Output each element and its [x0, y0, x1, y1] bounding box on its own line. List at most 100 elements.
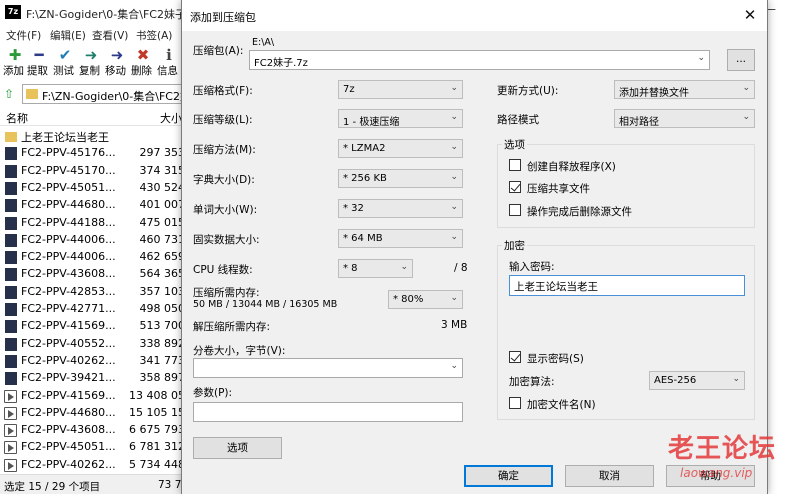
- toolbar-move-button[interactable]: ➜ 移动: [105, 46, 128, 82]
- encrypt-names-checkbox[interactable]: [509, 397, 521, 409]
- show-password-label[interactable]: 显示密码(S): [527, 351, 584, 366]
- extract-icon: ━: [34, 46, 44, 64]
- method-combo[interactable]: * LZMA2 ⌄: [338, 139, 463, 158]
- ok-button[interactable]: 确定: [464, 465, 553, 487]
- chevron-down-icon: ⌄: [697, 53, 705, 63]
- address-input[interactable]: F:\ZN-Gogider\0-集合\FC2妹: [22, 84, 192, 104]
- file-list-row[interactable]: FC2-PPV-44680... 401 007: [0, 196, 185, 214]
- file-size: 564 365: [139, 267, 186, 281]
- sfx-label[interactable]: 创建自释放程序(X): [527, 159, 616, 174]
- file-list-row[interactable]: FC2-PPV-44188... 475 015: [0, 214, 185, 232]
- toolbar-info-button[interactable]: ℹ 信息: [157, 46, 180, 82]
- encrypt-names-label[interactable]: 加密文件名(N): [527, 397, 596, 412]
- password-input[interactable]: 上老王论坛当老王: [509, 275, 745, 296]
- delete-after-label[interactable]: 操作完成后删除源文件: [527, 204, 632, 219]
- encryption-group-title: 加密: [502, 238, 527, 253]
- toolbar-delete-button[interactable]: ✖ 删除: [131, 46, 154, 82]
- level-combo[interactable]: 1 - 极速压缩 ⌄: [338, 109, 463, 128]
- close-icon[interactable]: ✕: [738, 5, 762, 25]
- menu-view[interactable]: 查看(V): [92, 28, 128, 43]
- file-list-row[interactable]: FC2-PPV-41569... 13 408 05: [0, 387, 185, 405]
- file-list-row[interactable]: FC2-PPV-41569... 513 700: [0, 317, 185, 335]
- file-name: FC2-PPV-40262...: [21, 457, 116, 471]
- file-list-row[interactable]: FC2-PPV-44680... 15 105 15: [0, 404, 185, 422]
- delete-after-checkbox[interactable]: [509, 204, 521, 216]
- file-list-row[interactable]: FC2-PPV-40262... 341 773: [0, 352, 185, 370]
- solid-combo[interactable]: * 64 MB ⌄: [338, 229, 463, 248]
- menu-edit[interactable]: 编辑(E): [50, 28, 86, 43]
- up-folder-icon[interactable]: ⇧: [4, 87, 18, 101]
- address-text: F:\ZN-Gogider\0-集合\FC2妹: [42, 90, 191, 103]
- toolbar-info-label: 信息: [157, 65, 178, 77]
- folder-icon: [5, 132, 17, 142]
- file-list-row[interactable]: FC2-PPV-45176... 297 353: [0, 144, 185, 162]
- file-name: FC2-PPV-40262...: [21, 353, 116, 367]
- file-list-row[interactable]: FC2-PPV-40262... 5 734 448: [0, 456, 185, 474]
- column-size[interactable]: 大小: [160, 110, 182, 126]
- cancel-button[interactable]: 取消: [565, 465, 654, 487]
- test-icon: ✔: [58, 46, 72, 64]
- chevron-down-icon: ⌄: [450, 142, 458, 152]
- word-combo[interactable]: * 32 ⌄: [338, 199, 463, 218]
- status-selection: 选定 15 / 29 个项目: [4, 481, 101, 493]
- main-toolbar: ✚ 添加 ━ 提取 ✔ 测试 ➜ 复制 ➜ 移动 ✖ 删除 ℹ 信息: [0, 46, 185, 82]
- toolbar-test-button[interactable]: ✔ 测试: [53, 46, 76, 82]
- path-mode-combo[interactable]: 相对路径 ⌄: [614, 109, 755, 128]
- file-list-row[interactable]: FC2-PPV-45051... 6 781 312: [0, 438, 185, 456]
- file-size: 374 315: [139, 163, 186, 177]
- format-combo[interactable]: 7z ⌄: [338, 80, 463, 99]
- file-icon: [5, 285, 17, 299]
- file-size: 6 781 312: [129, 440, 185, 454]
- browse-button[interactable]: ...: [727, 49, 755, 71]
- shared-files-label[interactable]: 压缩共享文件: [527, 181, 590, 196]
- file-name: FC2-PPV-44680...: [21, 198, 116, 212]
- file-list-row[interactable]: FC2-PPV-43608... 564 365: [0, 265, 185, 283]
- menu-file[interactable]: 文件(F): [6, 28, 41, 43]
- update-combo[interactable]: 添加并替换文件 ⌄: [614, 80, 755, 99]
- file-list-row[interactable]: FC2-PPV-44006... 460 731: [0, 231, 185, 249]
- options-button[interactable]: 选项: [193, 437, 282, 459]
- toolbar-extract-button[interactable]: ━ 提取: [27, 46, 50, 82]
- file-list-row[interactable]: FC2-PPV-44006... 462 659: [0, 248, 185, 266]
- memory-label: 压缩所需内存:: [193, 287, 260, 299]
- memory-combo[interactable]: * 80% ⌄: [388, 290, 463, 309]
- watermark-url: laowang.vip: [680, 466, 753, 480]
- threads-combo[interactable]: * 8 ⌄: [338, 259, 413, 278]
- file-icon: [5, 337, 17, 351]
- file-list-row[interactable]: FC2-PPV-42853... 357 103: [0, 283, 185, 301]
- chevron-down-icon: ⌄: [742, 112, 750, 122]
- file-list-row[interactable]: 上老王论坛当老王: [0, 127, 185, 145]
- file-list-row[interactable]: FC2-PPV-43608... 6 675 793: [0, 421, 185, 439]
- file-name: FC2-PPV-43608...: [21, 267, 116, 281]
- chevron-down-icon: ⌄: [450, 293, 458, 303]
- level-label: 压缩等级(L):: [193, 114, 253, 126]
- volume-label: 分卷大小，字节(V):: [193, 345, 286, 357]
- file-list-row[interactable]: FC2-PPV-42771... 498 050: [0, 300, 185, 318]
- file-list-row[interactable]: FC2-PPV-45170... 374 315: [0, 162, 185, 180]
- file-list-row[interactable]: FC2-PPV-40552... 338 892: [0, 335, 185, 353]
- file-list-row[interactable]: FC2-PPV-39421... 358 897: [0, 369, 185, 387]
- volume-combo[interactable]: ⌄: [193, 358, 463, 378]
- file-list-row[interactable]: FC2-PPV-45051... 430 524: [0, 179, 185, 197]
- archive-path-combo[interactable]: FC2妹子.7z ⌄: [249, 50, 710, 70]
- word-label: 单词大小(W):: [193, 204, 258, 216]
- toolbar-copy-button[interactable]: ➜ 复制: [79, 46, 102, 82]
- menu-bookmarks[interactable]: 书签(A): [136, 28, 172, 43]
- path-mode-label: 路径模式: [497, 114, 539, 126]
- threads-max: / 8: [454, 262, 468, 274]
- word-value: * 32: [343, 203, 364, 214]
- toolbar-add-button[interactable]: ✚ 添加: [3, 46, 26, 82]
- shared-files-checkbox[interactable]: [509, 181, 521, 193]
- column-name[interactable]: 名称: [6, 110, 28, 126]
- encryption-method-combo[interactable]: AES-256 ⌄: [649, 371, 745, 390]
- params-input[interactable]: [193, 402, 463, 422]
- file-name: FC2-PPV-44188...: [21, 215, 116, 229]
- dict-combo[interactable]: * 256 KB ⌄: [338, 169, 463, 188]
- file-size: 358 897: [139, 371, 186, 385]
- decomp-memory-label: 解压缩所需内存:: [193, 321, 271, 333]
- show-password-checkbox[interactable]: [509, 351, 521, 363]
- file-size: 13 408 05: [129, 388, 185, 402]
- sfx-checkbox[interactable]: [509, 159, 521, 171]
- delete-icon: ✖: [136, 46, 150, 64]
- file-name: FC2-PPV-39421...: [21, 371, 116, 385]
